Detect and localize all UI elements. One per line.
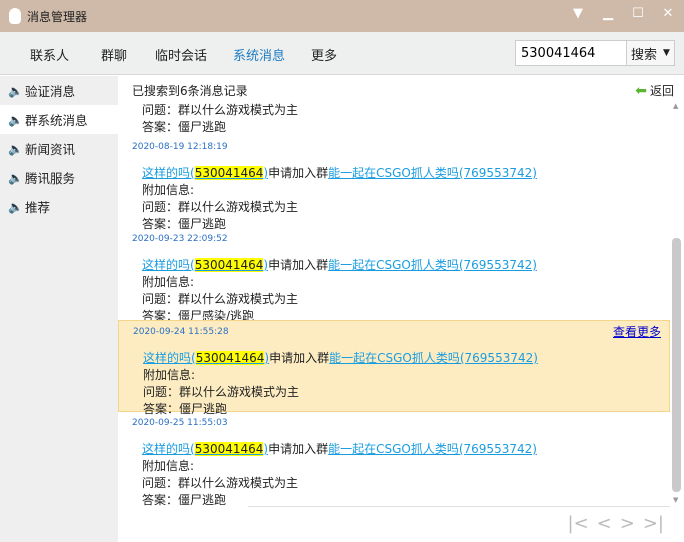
scrollbar[interactable]: ▲ ▼	[670, 100, 684, 506]
group-link[interactable]: 能一起在CSGO抓人类吗(769553742)	[328, 166, 537, 180]
close-button[interactable]: ✕	[658, 6, 678, 21]
timestamp: 2020-09-24 11:55:28	[133, 327, 229, 337]
message-item: 2020-09-23 22:09:52 这样的吗(530041464)申请加入群…	[118, 228, 670, 323]
chevron-down-icon[interactable]: ▼	[663, 48, 670, 58]
extra-info-label: 附加信息:	[142, 459, 195, 473]
action-text: 申请加入群	[268, 166, 329, 180]
tab-group-chat[interactable]: 群聊	[101, 45, 127, 64]
timestamp: 2020-09-23 22:09:52	[132, 234, 228, 244]
search-label: 搜索	[631, 47, 658, 63]
scroll-down-icon[interactable]: ▼	[673, 496, 678, 504]
prev-page-button[interactable]: <	[597, 513, 612, 534]
action-text: 申请加入群	[268, 258, 329, 272]
message-panel: 已搜索到6条消息记录 ⬅ 返回 问题：群以什么游戏模式为主 答案：僵尸逃跑 202…	[118, 76, 684, 542]
speaker-icon: 🔈	[8, 83, 23, 98]
speaker-icon: 🔈	[8, 141, 23, 156]
search-button[interactable]: 搜索 ▼	[626, 41, 674, 65]
message-item: 2020-08-19 12:18:19 这样的吗(530041464)申请加入群…	[118, 136, 670, 231]
pagination: |< < > >|	[248, 506, 670, 542]
sidebar-item-tencent-service[interactable]: 🔈 腾讯服务	[0, 163, 118, 192]
user-link[interactable]: 这样的吗(530041464)	[142, 166, 268, 180]
search-box: 搜索 ▼	[515, 40, 675, 66]
user-name: 这样的吗(	[142, 442, 195, 456]
extra-info-label: 附加信息:	[142, 183, 195, 197]
last-page-button[interactable]: >|	[643, 513, 664, 534]
window-title: 消息管理器	[27, 9, 88, 24]
sidebar-item-group-system[interactable]: 🔈 群系统消息	[0, 105, 118, 134]
sidebar-item-verify[interactable]: 🔈 验证消息	[0, 76, 118, 105]
sidebar-item-news[interactable]: 🔈 新闻资讯	[0, 134, 118, 163]
answer-text: 答案：僵尸逃跑	[142, 493, 227, 506]
toolbar: 联系人 群聊 临时会话 系统消息 更多 搜索 ▼	[0, 32, 684, 75]
speaker-icon: 🔈	[8, 199, 23, 214]
group-link[interactable]: 能一起在CSGO抓人类吗(769553742)	[328, 442, 537, 456]
action-text: 申请加入群	[269, 351, 330, 365]
group-link[interactable]: 能一起在CSGO抓人类吗(769553742)	[328, 258, 537, 272]
scroll-up-icon[interactable]: ▲	[673, 102, 678, 110]
question-text: 问题：群以什么游戏模式为主	[142, 476, 299, 490]
question-text: 问题：群以什么游戏模式为主	[142, 292, 299, 306]
question-text: 问题：群以什么游戏模式为主	[142, 103, 299, 117]
scrollbar-thumb[interactable]	[672, 238, 681, 492]
next-page-button[interactable]: >	[620, 513, 635, 534]
back-arrow-icon: ⬅	[635, 82, 647, 99]
first-page-button[interactable]: |<	[568, 513, 589, 534]
search-input[interactable]	[516, 41, 626, 65]
message-list: 问题：群以什么游戏模式为主 答案：僵尸逃跑 2020-08-19 12:18:1…	[118, 100, 670, 506]
title-bar: 消息管理器 ▼ ▁ ☐ ✕	[0, 0, 684, 32]
sidebar: 🔈 验证消息 🔈 群系统消息 🔈 新闻资讯 🔈 腾讯服务 🔈 推荐	[0, 76, 118, 542]
question-text: 问题：群以什么游戏模式为主	[143, 385, 300, 399]
answer-text: 答案：僵尸逃跑	[142, 120, 227, 134]
sidebar-item-label: 验证消息	[24, 84, 75, 99]
timestamp: 2020-08-19 12:18:19	[132, 142, 228, 152]
extra-info-label: 附加信息:	[142, 275, 195, 289]
tab-temp-chat[interactable]: 临时会话	[155, 45, 207, 64]
sidebar-item-label: 腾讯服务	[24, 171, 75, 186]
tab-system-messages[interactable]: 系统消息	[233, 45, 285, 64]
message-item-partial: 问题：群以什么游戏模式为主 答案：僵尸逃跑	[118, 100, 670, 136]
sidebar-item-recommend[interactable]: 🔈 推荐	[0, 192, 118, 221]
maximize-button[interactable]: ☐	[628, 6, 648, 21]
highlighted-qq: 530041464	[194, 166, 264, 180]
timestamp: 2020-09-25 11:55:03	[132, 418, 228, 428]
highlighted-qq: 530041464	[194, 258, 264, 272]
tab-contacts[interactable]: 联系人	[30, 45, 69, 64]
group-link[interactable]: 能一起在CSGO抓人类吗(769553742)	[329, 351, 538, 365]
action-text: 申请加入群	[268, 442, 329, 456]
sidebar-item-label: 群系统消息	[24, 113, 88, 128]
penguin-logo-icon	[9, 8, 21, 24]
speaker-icon: 🔈	[8, 112, 23, 127]
highlighted-qq: 530041464	[195, 351, 265, 365]
menu-dropdown-button[interactable]: ▼	[568, 6, 588, 21]
user-link[interactable]: 这样的吗(530041464)	[142, 258, 268, 272]
message-item: 2020-09-24 11:55:28 这样的吗(530041464)申请加入群…	[118, 320, 670, 416]
highlighted-qq: 530041464	[194, 442, 264, 456]
user-name: 这样的吗(	[142, 166, 195, 180]
search-result-count: 已搜索到6条消息记录	[132, 84, 248, 98]
tab-more[interactable]: 更多	[311, 45, 337, 64]
sidebar-item-label: 推荐	[24, 200, 50, 215]
back-button[interactable]: ⬅ 返回	[635, 82, 674, 99]
message-item: 2020-09-25 11:55:03 这样的吗(530041464)申请加入群…	[118, 412, 670, 506]
minimize-button[interactable]: ▁	[598, 6, 618, 21]
user-name: 这样的吗(	[142, 258, 195, 272]
back-label: 返回	[649, 84, 674, 98]
user-name: 这样的吗(	[143, 351, 196, 365]
speaker-icon: 🔈	[8, 170, 23, 185]
user-link[interactable]: 这样的吗(530041464)	[142, 442, 268, 456]
view-more-link[interactable]: 查看更多	[613, 323, 661, 340]
question-text: 问题：群以什么游戏模式为主	[142, 200, 299, 214]
sidebar-item-label: 新闻资讯	[24, 142, 75, 157]
extra-info-label: 附加信息:	[143, 368, 196, 382]
user-link[interactable]: 这样的吗(530041464)	[143, 351, 269, 365]
